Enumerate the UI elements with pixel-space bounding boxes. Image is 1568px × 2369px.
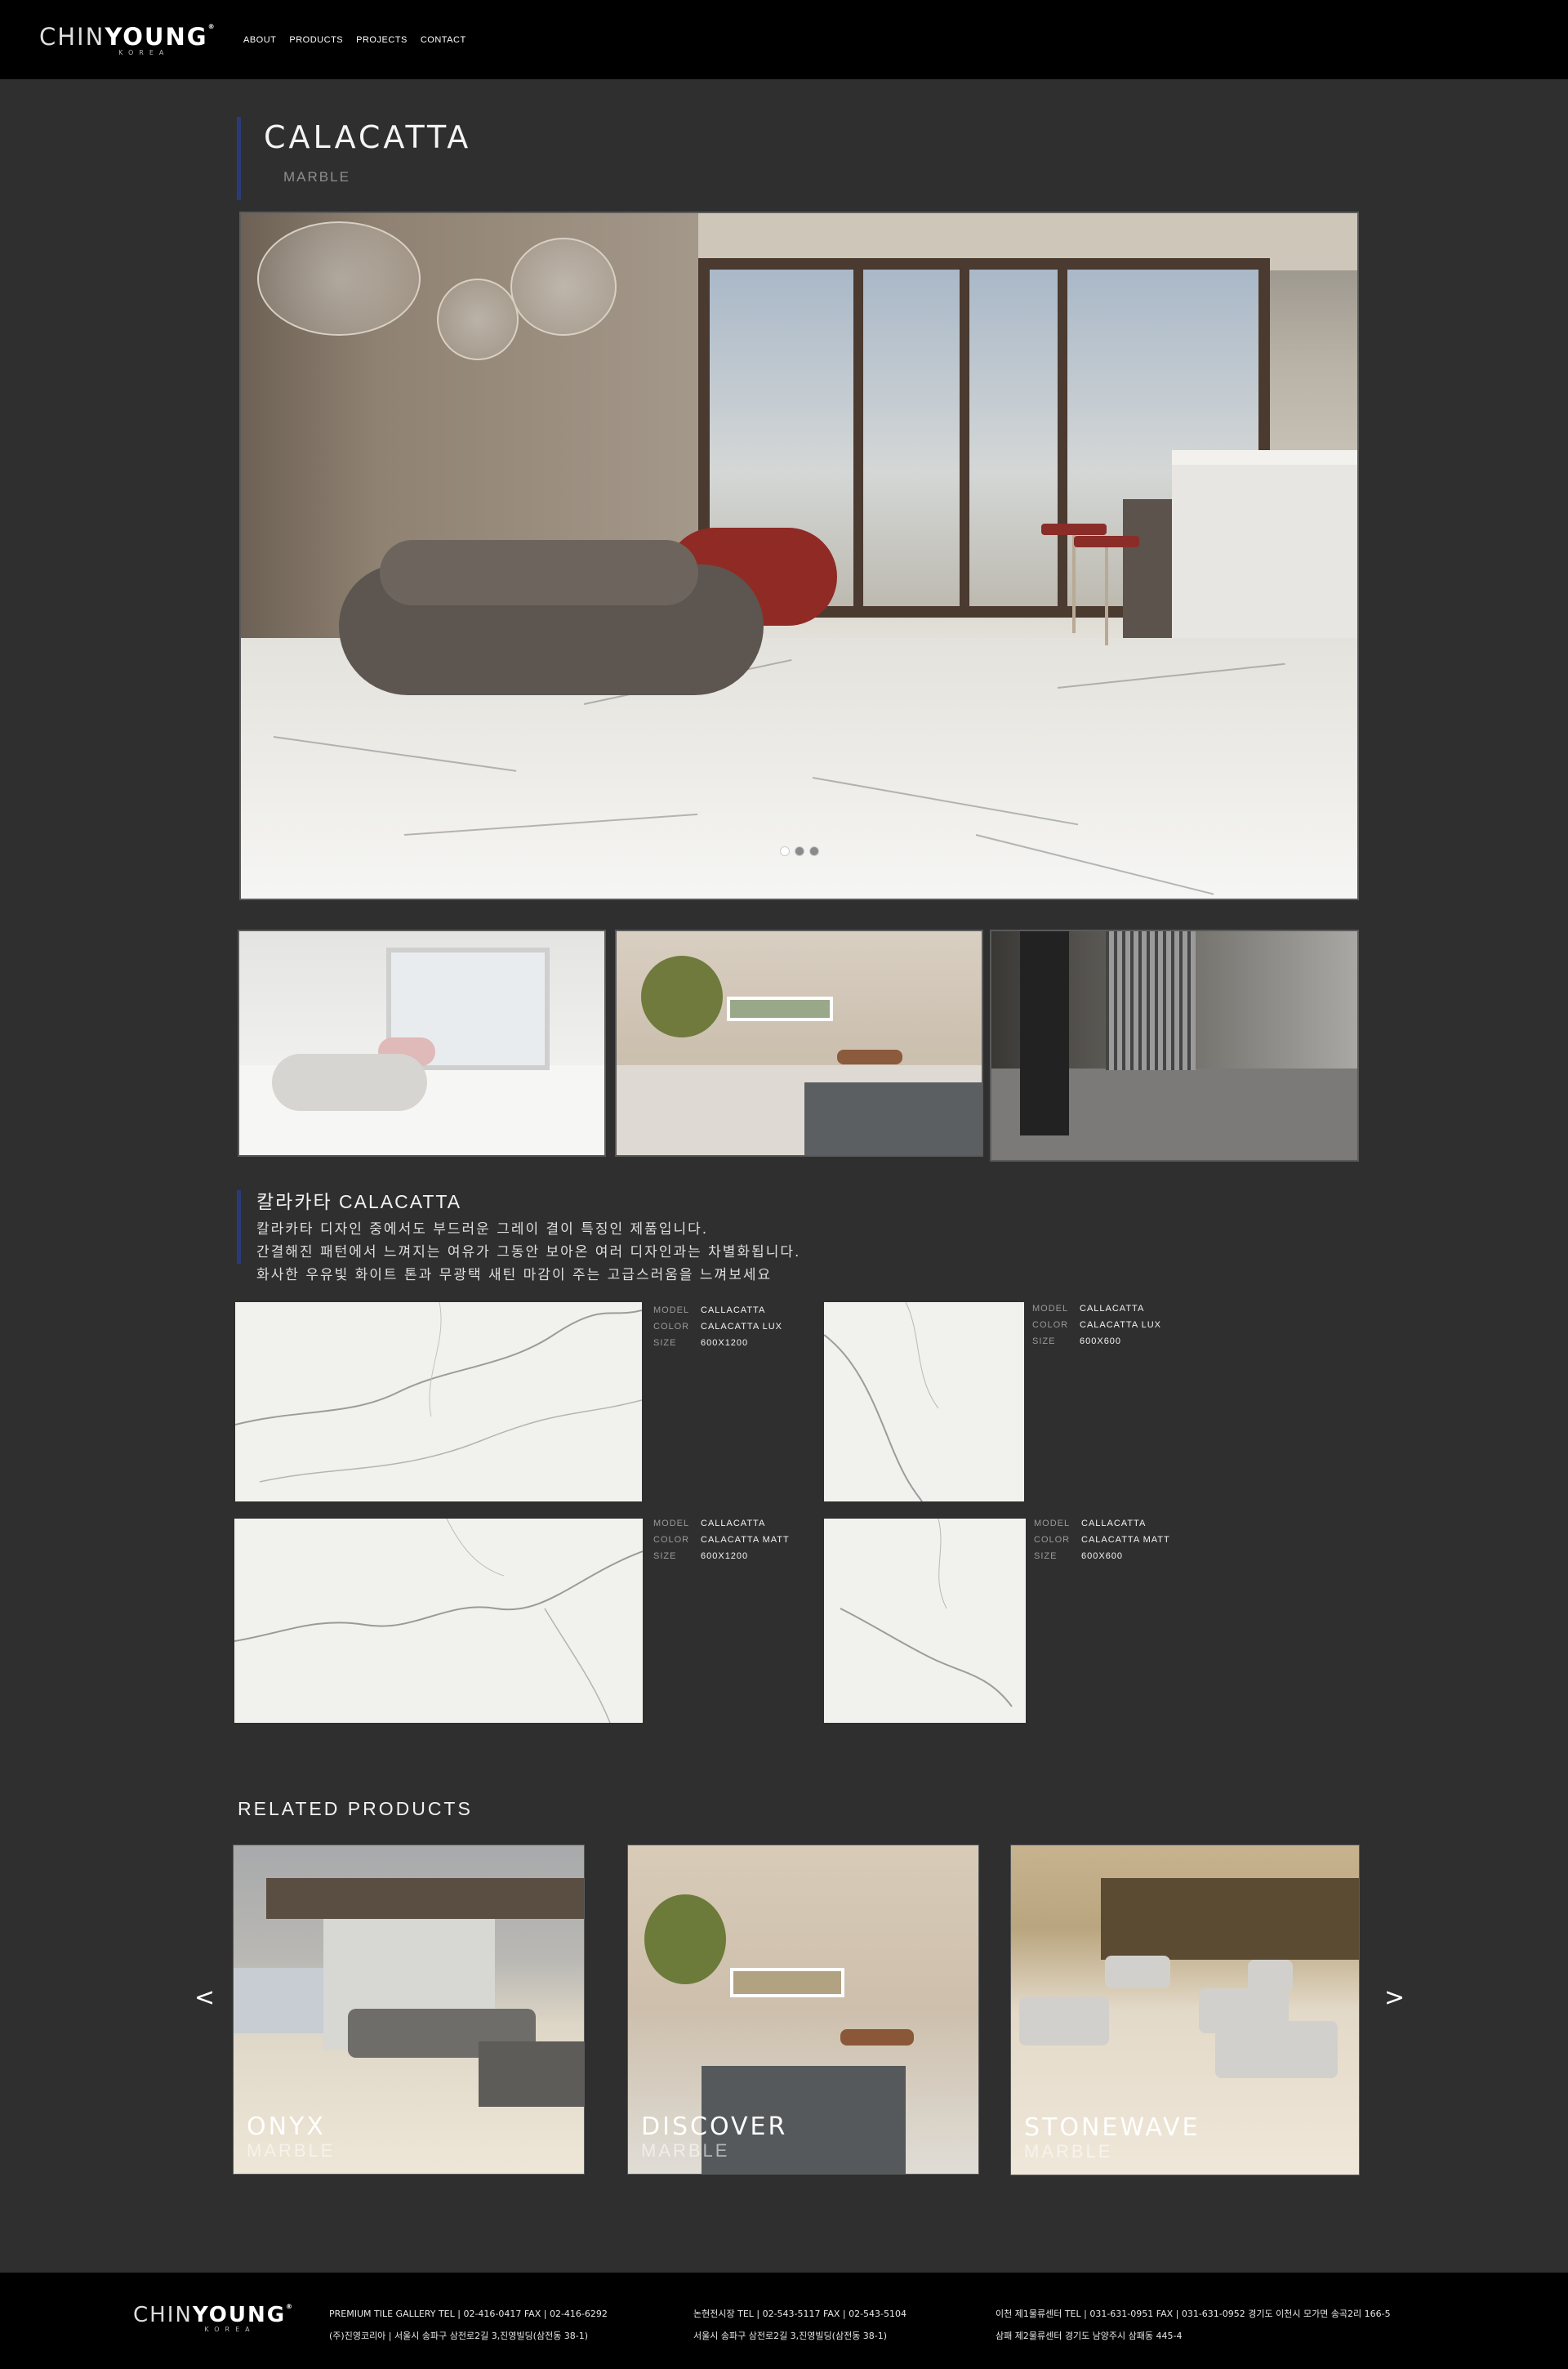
related-next-arrow[interactable]: > (1384, 1983, 1405, 2012)
logo[interactable]: CHINYOUNG® KOREA (39, 23, 216, 56)
description-line-2: 간결해진 패턴에서 느껴지는 여유가 그동안 보아온 여러 디자인과는 차별화됩… (256, 1244, 801, 1260)
carousel-dots (780, 846, 819, 856)
spec-4: MODEL CALLACATTA COLOR CALACATTA MATT SIZE… (1034, 1519, 1170, 1561)
spec-3: MODEL CALLACATTA COLOR CALACATTA MATT SIZE… (653, 1519, 790, 1561)
tile-sample-matt-600x1200 (234, 1519, 643, 1723)
related-card-category: MARBLE (641, 2140, 730, 2161)
footer-showroom-info: 논현전시장 TEL | 02-543-5117 FAX | 02-543-510… (693, 2309, 907, 2341)
title-accent-bar (237, 117, 241, 200)
nav-products[interactable]: PRODUCTS (289, 35, 343, 45)
carousel-dot-1[interactable] (780, 846, 790, 856)
nav-contact[interactable]: CONTACT (421, 35, 466, 45)
tile-sample-lux-600x600 (824, 1302, 1024, 1501)
description-title: 칼라카타 CALACATTA (256, 1191, 462, 1212)
related-card-onyx[interactable]: ONYX MARBLE (233, 1845, 585, 2175)
footer-gallery-info: PREMIUM TILE GALLERY TEL | 02-416-0417 F… (329, 2309, 608, 2341)
tile-sample-matt-600x600 (824, 1519, 1026, 1723)
hero-image (239, 212, 1359, 900)
page-subtitle: MARBLE (283, 169, 350, 185)
related-card-name: ONYX (247, 2112, 326, 2141)
carousel-dot-2[interactable] (795, 846, 804, 856)
description-accent-bar (237, 1190, 241, 1264)
related-prev-arrow[interactable]: < (194, 1983, 215, 2012)
footer-logistics-info: 이천 제1물류센터 TEL | 031-631-0951 FAX | 031-6… (996, 2309, 1391, 2341)
thumbnail-2[interactable] (615, 930, 983, 1157)
related-card-stonewave[interactable]: STONEWAVE MARBLE (1010, 1845, 1360, 2175)
spec-2: MODEL CALLACATTA COLOR CALACATTA LUX SIZE 6… (1032, 1304, 1162, 1346)
page-title: CALACATTA (264, 119, 472, 155)
site-footer: CHINYOUNG® KOREA PREMIUM TILE GALLERY TE… (0, 2273, 1568, 2369)
footer-logo: CHINYOUNG® KOREA (133, 2303, 295, 2333)
spec-1: MODEL CALLACATTA COLOR CALACATTA LUX SIZE 6… (653, 1305, 783, 1348)
related-card-name: DISCOVER (641, 2112, 788, 2141)
related-products-title: RELATED PRODUCTS (238, 1798, 473, 1819)
nav-about[interactable]: ABOUT (243, 35, 276, 45)
thumbnail-1[interactable] (238, 930, 606, 1157)
related-card-discover[interactable]: DISCOVER MARBLE (627, 1845, 979, 2175)
related-card-name: STONEWAVE (1024, 2113, 1200, 2142)
nav-projects[interactable]: PROJECTS (356, 35, 408, 45)
hero-counter (1172, 450, 1357, 638)
logo-wordmark: CHINYOUNG® (39, 23, 216, 51)
tile-sample-lux-600x1200 (235, 1302, 642, 1501)
related-card-category: MARBLE (1024, 2141, 1113, 2162)
description-line-3: 화사한 우유빛 화이트 톤과 무광택 새틴 마감이 주는 고급스러움을 느껴보세… (256, 1267, 773, 1283)
main-nav: ABOUT PRODUCTS PROJECTS CONTACT (243, 35, 466, 45)
description-line-1: 칼라카타 디자인 중에서도 부드러운 그레이 결이 특징인 제품입니다. (256, 1221, 709, 1238)
site-header: CHINYOUNG® KOREA ABOUT PRODUCTS PROJECTS… (0, 0, 1568, 79)
related-card-category: MARBLE (247, 2140, 336, 2161)
thumbnail-3[interactable] (990, 930, 1359, 1162)
carousel-dot-3[interactable] (809, 846, 819, 856)
